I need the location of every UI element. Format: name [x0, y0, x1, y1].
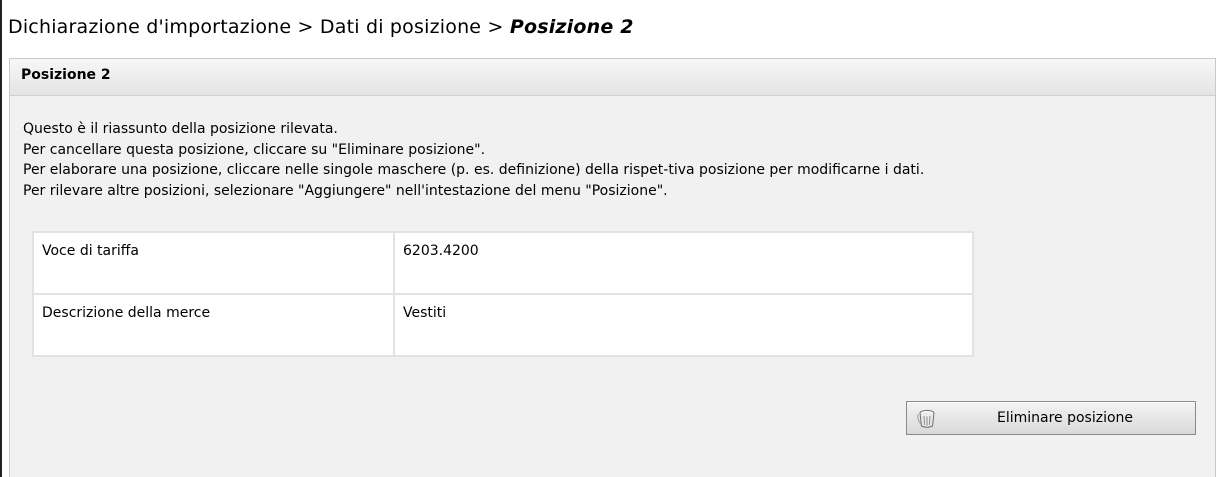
intro-text: Questo è il riassunto della posizione ri… [23, 119, 924, 201]
intro-line: Per rilevare altre posizioni, selezionar… [23, 182, 668, 199]
tariff-number-value: 6203.4200 [393, 231, 974, 295]
breadcrumb-current: Posizione 2 [509, 16, 634, 38]
breadcrumb-item-position-data[interactable]: Dati di posizione [320, 16, 481, 38]
intro-line: Per cancellare questa posizione, cliccar… [23, 141, 486, 158]
table-row: Descrizione della merce Vestiti [32, 293, 974, 357]
position-summary-table: Voce di tariffa 6203.4200 Descrizione de… [32, 231, 974, 357]
table-row: Voce di tariffa 6203.4200 [32, 231, 974, 295]
window-edge [0, 58, 2, 477]
intro-line: Per elaborare una posizione, cliccare ne… [23, 162, 925, 178]
goods-description-label: Descrizione della merce [32, 293, 395, 357]
breadcrumb-item-import-declaration[interactable]: Dichiarazione d'importazione [8, 16, 291, 38]
position-panel: Posizione 2 Questo è il riassunto della … [9, 58, 1216, 477]
breadcrumb-separator: > [291, 16, 320, 38]
intro-line: Questo è il riassunto della posizione ri… [23, 121, 338, 137]
breadcrumb: Dichiarazione d'importazione > Dati di p… [0, 0, 1229, 58]
breadcrumb-separator: > [481, 16, 510, 38]
panel-title: Posizione 2 [10, 59, 1215, 96]
goods-description-value: Vestiti [393, 293, 974, 357]
trash-icon [915, 407, 941, 429]
delete-position-label: Eliminare posizione [996, 410, 1134, 426]
delete-position-button[interactable]: Eliminare posizione [906, 401, 1196, 435]
tariff-number-label: Voce di tariffa [32, 231, 395, 295]
